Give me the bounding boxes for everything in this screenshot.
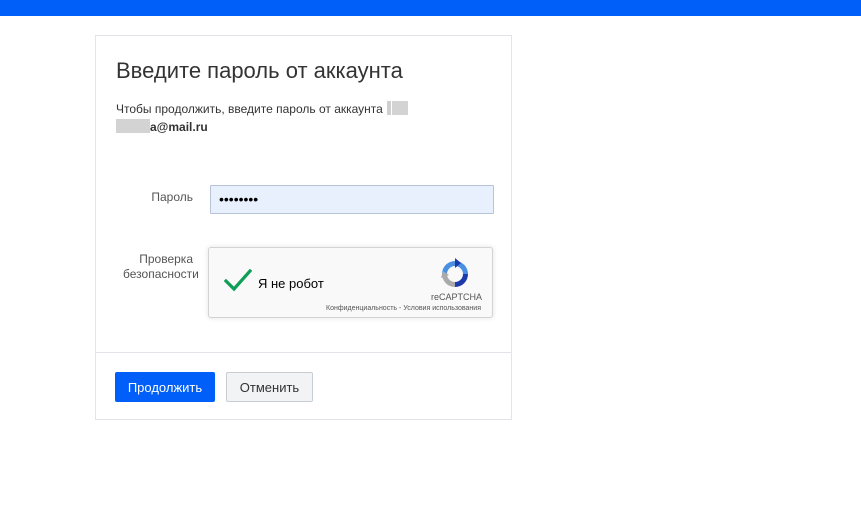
- divider: [96, 352, 511, 353]
- description-text: Чтобы продолжить, введите пароль от акка…: [116, 102, 383, 116]
- recaptcha-widget: Я не робот reCAPTCHA Конфиденциальность …: [208, 247, 493, 318]
- password-label: Пароль: [151, 190, 193, 204]
- recaptcha-links: Конфиденциальность - Условия использован…: [326, 305, 481, 312]
- security-check-label-text: Проверка безопасности: [123, 252, 199, 281]
- password-dialog: Введите пароль от аккаунта Чтобы продолж…: [95, 35, 512, 420]
- redacted-text: [391, 101, 408, 115]
- redacted-text: [386, 101, 391, 115]
- page-title: Введите пароль от аккаунта: [116, 58, 403, 83]
- dialog-description: Чтобы продолжить, введите пароль от акка…: [116, 100, 416, 136]
- account-email-suffix: a@mail.ru: [150, 120, 208, 134]
- security-check-label: Проверка безопасности: [123, 252, 199, 282]
- checkmark-icon[interactable]: [223, 268, 253, 292]
- redacted-text: [116, 119, 150, 133]
- privacy-link[interactable]: Конфиденциальность: [326, 305, 397, 312]
- cancel-button[interactable]: Отменить: [226, 372, 313, 402]
- password-input[interactable]: ••••••••: [210, 185, 494, 214]
- recaptcha-brand: reCAPTCHA: [431, 292, 483, 302]
- recaptcha-logo-icon: [441, 258, 468, 287]
- recaptcha-label: Я не робот: [258, 276, 324, 291]
- continue-button[interactable]: Продолжить: [115, 372, 215, 402]
- top-bar: [0, 0, 861, 16]
- account-email: a@mail.ru: [116, 119, 208, 134]
- terms-link[interactable]: Условия использования: [403, 305, 481, 312]
